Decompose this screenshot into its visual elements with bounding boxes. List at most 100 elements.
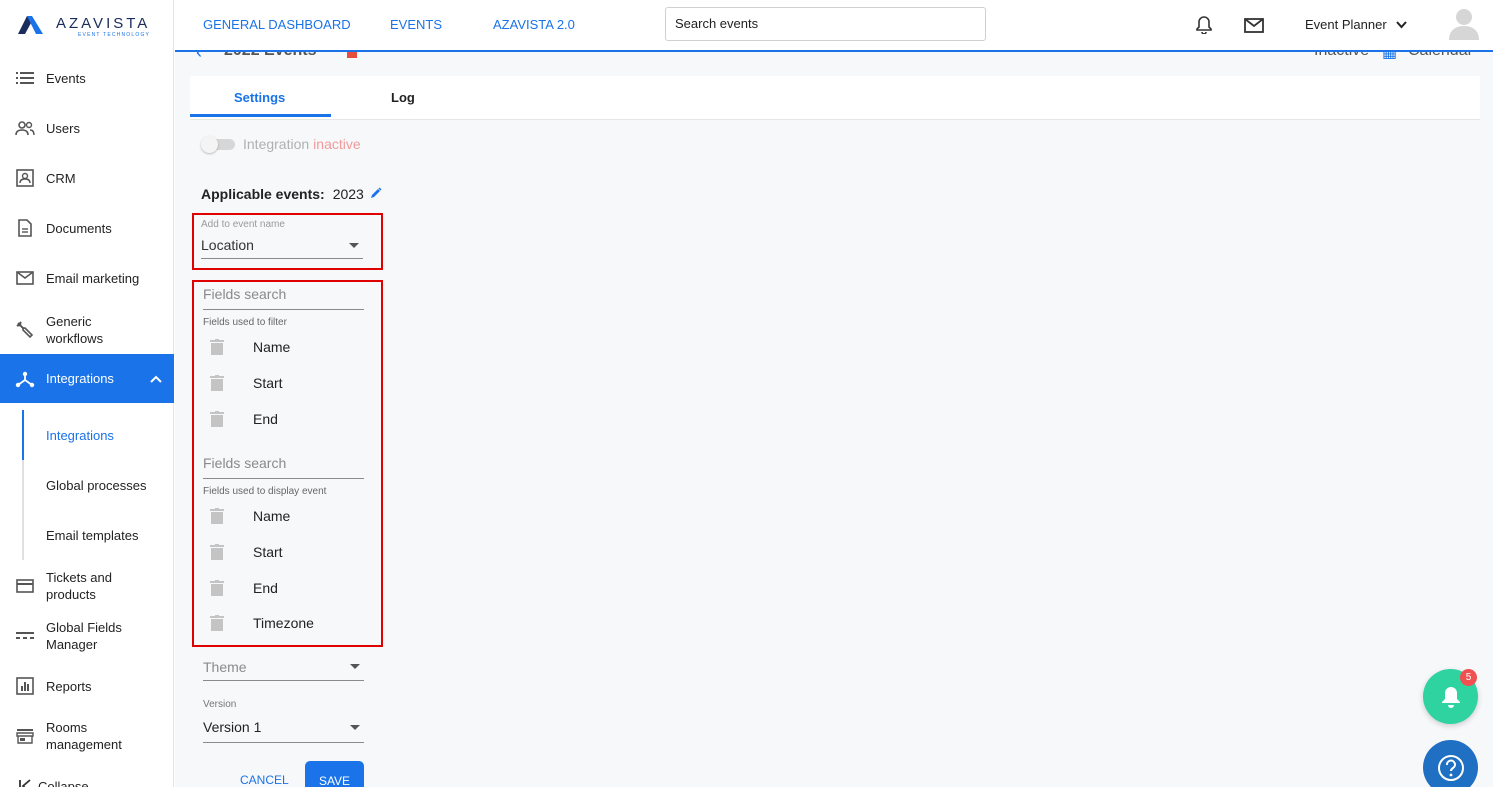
filter-fields-search-input[interactable]: Fields search [203,286,286,302]
nav-events[interactable]: EVENTS [390,17,442,32]
sidebar-item-rooms-management[interactable]: Rooms management [0,718,174,754]
notification-count-badge: 5 [1460,669,1477,686]
trash-icon[interactable] [208,373,226,393]
brand-name: AZAVISTA [56,15,151,32]
chart-icon [15,676,35,696]
bell-icon [1441,686,1460,708]
sidebar: AZAVISTA EVENT TECHNOLOGY Events Users C… [0,0,174,787]
bell-icon[interactable] [1193,14,1215,36]
search-underline [203,309,364,310]
user-name: Event Planner [1305,17,1387,32]
logo-mark-icon [18,16,43,34]
subitem-email-templates[interactable]: Email templates [46,528,138,543]
chevron-up-icon[interactable] [150,371,162,386]
sidebar-item-label: Email marketing [46,270,140,286]
save-button[interactable]: SAVE [305,761,364,787]
avatar[interactable] [1449,6,1479,40]
trash-icon[interactable] [208,613,226,633]
sidebar-item-label: Tickets and products [46,570,112,602]
list-icon [15,68,35,88]
sidebar-item-email-marketing[interactable]: Email marketing [0,268,174,288]
mail-icon[interactable] [1243,14,1265,36]
integration-icon [15,369,35,389]
cancel-button[interactable]: CANCEL [240,773,289,787]
filter-field-name: Name [253,339,291,355]
filter-fields-label: Fields used to filter [203,317,287,328]
select-underline [201,258,363,259]
sidebar-item-global-fields-manager[interactable]: Global Fields Manager [0,618,174,654]
select-underline [203,742,364,743]
display-field-name: Timezone [253,615,314,631]
user-menu[interactable]: Event Planner [1305,17,1408,32]
sidebar-item-reports[interactable]: Reports [0,676,174,696]
sidebar-item-label: CRM [46,170,76,186]
submenu-active-indicator [22,410,24,460]
integration-toggle-row: Integration inactive [201,136,361,153]
display-field-row: End [208,578,278,598]
toggle-label: Integration [243,136,310,152]
document-icon [15,218,35,238]
trash-icon[interactable] [208,409,226,429]
tab-bar: Settings Log [190,76,1480,120]
sidebar-item-users[interactable]: Users [0,118,174,138]
display-field-row: Timezone [208,613,314,633]
tab-log[interactable]: Log [391,90,415,105]
display-field-row: Name [208,506,290,526]
display-field-name: Name [253,508,291,524]
sidebar-item-label: Events [46,70,86,86]
display-field-row: Start [208,542,283,562]
search-input[interactable]: Search events [665,7,986,41]
sidebar-item-label: Users [46,120,80,136]
applicable-events-label: Applicable events: [201,186,325,202]
trash-icon[interactable] [208,506,226,526]
sidebar-item-collapse[interactable]: Collapse [0,776,174,787]
sidebar-item-events[interactable]: Events [0,68,174,88]
theme-select[interactable]: Theme [203,659,247,675]
sidebar-item-documents[interactable]: Documents [0,218,174,238]
edit-pencil-icon[interactable] [370,186,382,202]
dropdown-caret-icon[interactable] [350,725,360,730]
help-fab[interactable] [1423,740,1478,787]
tab-active-indicator [190,114,331,117]
sidebar-item-tickets-and-products[interactable]: Tickets and products [0,568,174,604]
filter-field-name: Start [253,375,283,391]
toggle-state: inactive [313,136,361,152]
store-icon [15,726,35,746]
tab-settings[interactable]: Settings [234,90,285,105]
credit-card-icon [15,576,35,596]
sidebar-item-crm[interactable]: CRM [0,168,174,188]
filter-field-row: End [208,409,278,429]
brand-logo[interactable]: AZAVISTA EVENT TECHNOLOGY [18,12,158,38]
trash-icon[interactable] [208,542,226,562]
sidebar-item-generic-workflows[interactable]: Generic workflows [0,312,174,348]
display-field-name: End [253,580,278,596]
mail-icon [15,268,35,288]
add-to-event-name-select[interactable]: Location [201,237,254,253]
sidebar-item-integrations[interactable]: Integrations [0,354,174,403]
users-icon [15,118,35,138]
chevron-down-icon [1396,17,1408,32]
brand-tagline: EVENT TECHNOLOGY [78,32,151,38]
version-label: Version [203,699,237,710]
fields-icon [15,626,35,646]
integration-toggle[interactable] [201,136,235,153]
nav-general-dashboard[interactable]: GENERAL DASHBOARD [203,17,351,32]
filter-field-name: End [253,411,278,427]
version-select[interactable]: Version 1 [203,719,261,735]
collapse-icon [15,776,35,787]
subitem-integrations[interactable]: Integrations [46,428,114,443]
search-underline [203,478,364,479]
sidebar-item-label: Rooms management [46,720,122,752]
trash-icon[interactable] [208,337,226,357]
sidebar-item-label: Generic workflows [46,314,104,346]
trash-icon[interactable] [208,578,226,598]
subitem-global-processes[interactable]: Global processes [46,478,146,493]
applicable-events-value: 2023 [332,186,364,202]
display-fields-label: Fields used to display event [203,486,327,497]
dropdown-caret-icon[interactable] [350,664,360,669]
nav-azavista-2[interactable]: AZAVISTA 2.0 [493,17,575,32]
display-fields-search-input[interactable]: Fields search [203,455,286,471]
top-bar: GENERAL DASHBOARD EVENTS AZAVISTA 2.0 Se… [175,0,1493,52]
dropdown-caret-icon[interactable] [349,243,359,248]
wrench-icon [15,320,35,340]
